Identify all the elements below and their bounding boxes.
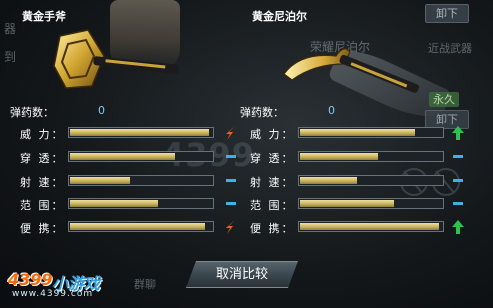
right-stat-row: 威 力：: [250, 126, 472, 141]
right-ammo-label: 弹药数：: [240, 106, 284, 119]
left-stat-row: 射 速：: [20, 174, 242, 189]
right-stat-label: 范 围：: [250, 199, 295, 212]
right-stat-row: 便 携：: [250, 220, 472, 235]
stat-up-arrow-icon: [450, 220, 466, 234]
right-stat-label: 射 速：: [250, 176, 295, 189]
right-stat-bar-fill: [300, 223, 439, 230]
cancel-compare-button[interactable]: 取消比较: [186, 261, 298, 288]
left-stat-label: 便 携：: [20, 222, 65, 235]
right-weapon-name: 黄金尼泊尔: [252, 10, 307, 23]
golden-nepal-knife-image: [283, 48, 419, 93]
right-stat-label: 穿 透：: [250, 152, 295, 165]
right-stat-bar-fill: [300, 200, 394, 207]
no-change-dash-icon: [223, 199, 239, 211]
left-weapon-column: 黄金手斧 弹药数： 0 威 力： 穿 透： 射 速： 范 围： 便 携：: [10, 4, 242, 274]
left-stat-label: 穿 透：: [20, 152, 65, 165]
left-stat-label: 射 速：: [20, 176, 65, 189]
left-weapon-name: 黄金手斧: [22, 10, 66, 23]
right-stat-label: 威 力：: [250, 128, 295, 141]
bottom-faded-label: 群聊: [134, 278, 156, 291]
right-stat-bar: [298, 221, 444, 232]
no-change-dash-icon: [223, 152, 239, 164]
no-change-dash-icon: [450, 199, 466, 211]
right-stat-bar: [298, 198, 444, 209]
left-stat-row: 威 力：: [20, 126, 242, 141]
right-weapon-column: 黄金尼泊尔 弹药数： 0 威 力： 穿 透： 射 速： 范 围： 便 携：: [240, 4, 472, 274]
stat-down-arrow-icon: [223, 220, 239, 234]
right-stat-bar: [298, 127, 444, 138]
right-stat-row: 射 速：: [250, 174, 472, 189]
right-stat-row: 范 围：: [250, 197, 472, 212]
right-stat-bar-fill: [300, 153, 378, 160]
right-stat-label: 便 携：: [250, 222, 295, 235]
left-ammo-value: 0: [98, 104, 105, 117]
game-screen: 器 到 卸下 荣耀尼泊尔 近战武器 永久 卸下 群聊 4399 黄金手斧: [0, 0, 493, 308]
left-stat-row: 便 携：: [20, 220, 242, 235]
left-stat-bar: [68, 221, 214, 232]
no-change-dash-icon: [450, 176, 466, 188]
logo-url: www.4399.com: [12, 289, 94, 299]
stat-down-arrow-icon: [223, 126, 239, 140]
right-stat-bar: [298, 151, 444, 162]
right-stat-bar: [298, 175, 444, 186]
right-ammo-value: 0: [328, 104, 335, 117]
stat-up-arrow-icon: [450, 126, 466, 140]
left-stat-bar: [68, 175, 214, 186]
right-stat-bar-fill: [300, 177, 357, 184]
left-stat-bar-fill: [70, 200, 158, 207]
left-stat-bar: [68, 198, 214, 209]
site-logo: 4399 小游戏 www.4399.com: [8, 270, 128, 299]
left-stat-bar: [68, 127, 214, 138]
left-stat-bar-fill: [70, 223, 205, 230]
left-stat-label: 范 围：: [20, 199, 65, 212]
left-stat-bar-fill: [70, 177, 130, 184]
left-stat-row: 穿 透：: [20, 150, 242, 165]
no-change-dash-icon: [450, 152, 466, 164]
left-stat-label: 威 力：: [20, 128, 65, 141]
right-stat-row: 穿 透：: [250, 150, 472, 165]
left-stat-bar-fill: [70, 153, 175, 160]
no-change-dash-icon: [223, 176, 239, 188]
left-stat-row: 范 围：: [20, 197, 242, 212]
golden-axe-image: [53, 29, 180, 89]
left-stat-bar-fill: [70, 129, 209, 136]
left-ammo-label: 弹药数：: [10, 106, 54, 119]
right-stat-bar-fill: [300, 129, 415, 136]
left-stat-bar: [68, 151, 214, 162]
weapon-compare-panel: 黄金手斧 弹药数： 0 威 力： 穿 透： 射 速： 范 围： 便 携： 黄金尼泊尔 弹…: [10, 4, 472, 276]
logo-brand-number: 4399: [8, 270, 53, 289]
